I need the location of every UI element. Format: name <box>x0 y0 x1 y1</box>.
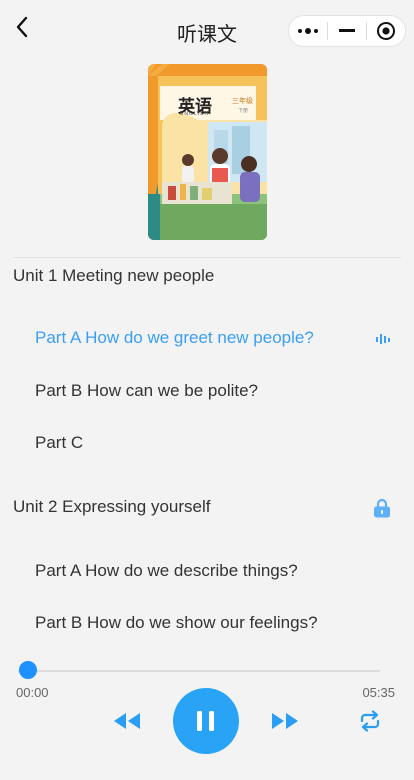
repeat-icon <box>360 710 380 732</box>
target-circle-icon <box>377 22 395 40</box>
lock-icon <box>374 498 390 518</box>
book-volume: 下册 <box>238 108 249 114</box>
progress-knob[interactable] <box>19 661 37 679</box>
audio-wave-icon <box>376 334 390 344</box>
lesson-label: Part B How can we be polite? <box>35 381 259 400</box>
pause-icon <box>197 711 214 731</box>
unit-title[interactable]: Unit 2 Expressing yourself <box>13 497 210 517</box>
fast-forward-button[interactable] <box>269 709 301 733</box>
repeat-button[interactable] <box>356 709 384 733</box>
section-divider <box>13 257 401 258</box>
rewind-icon <box>114 713 140 729</box>
more-button[interactable] <box>289 16 327 46</box>
total-time: 05:35 <box>362 685 395 700</box>
minimize-button[interactable] <box>328 16 366 46</box>
nav-bar: 听课文 <box>0 0 414 62</box>
lesson-item[interactable]: Part B How can we be polite? <box>35 381 414 405</box>
unit-title[interactable]: Unit 1 Meeting new people <box>13 266 214 286</box>
lesson-item[interactable]: Part B How do we show our feelings? <box>35 613 414 637</box>
lesson-label: Part C <box>35 433 84 452</box>
fast-forward-icon <box>272 713 298 729</box>
current-time: 00:00 <box>16 685 49 700</box>
close-program-button[interactable] <box>367 16 405 46</box>
mini-program-capsule <box>288 15 406 47</box>
rewind-button[interactable] <box>111 709 143 733</box>
book-subtitle: ENGLISH <box>180 111 209 117</box>
pause-button[interactable] <box>173 688 239 754</box>
lesson-item[interactable]: Part A How do we describe things? <box>35 561 414 585</box>
lesson-label: Part B How do we show our feelings? <box>35 613 318 632</box>
lesson-item[interactable]: Part A How do we greet new people? <box>35 328 414 352</box>
lesson-item[interactable]: Part C <box>35 433 414 457</box>
progress-track[interactable] <box>18 670 380 672</box>
more-dots-icon <box>298 28 318 34</box>
book-grade: 三年级 <box>232 97 253 105</box>
textbook-cover: 英语 ENGLISH 三年级 下册 <box>148 64 267 240</box>
lesson-label: Part A How do we greet new people? <box>35 328 314 347</box>
lesson-label: Part A How do we describe things? <box>35 561 298 580</box>
minimize-icon <box>339 29 355 32</box>
